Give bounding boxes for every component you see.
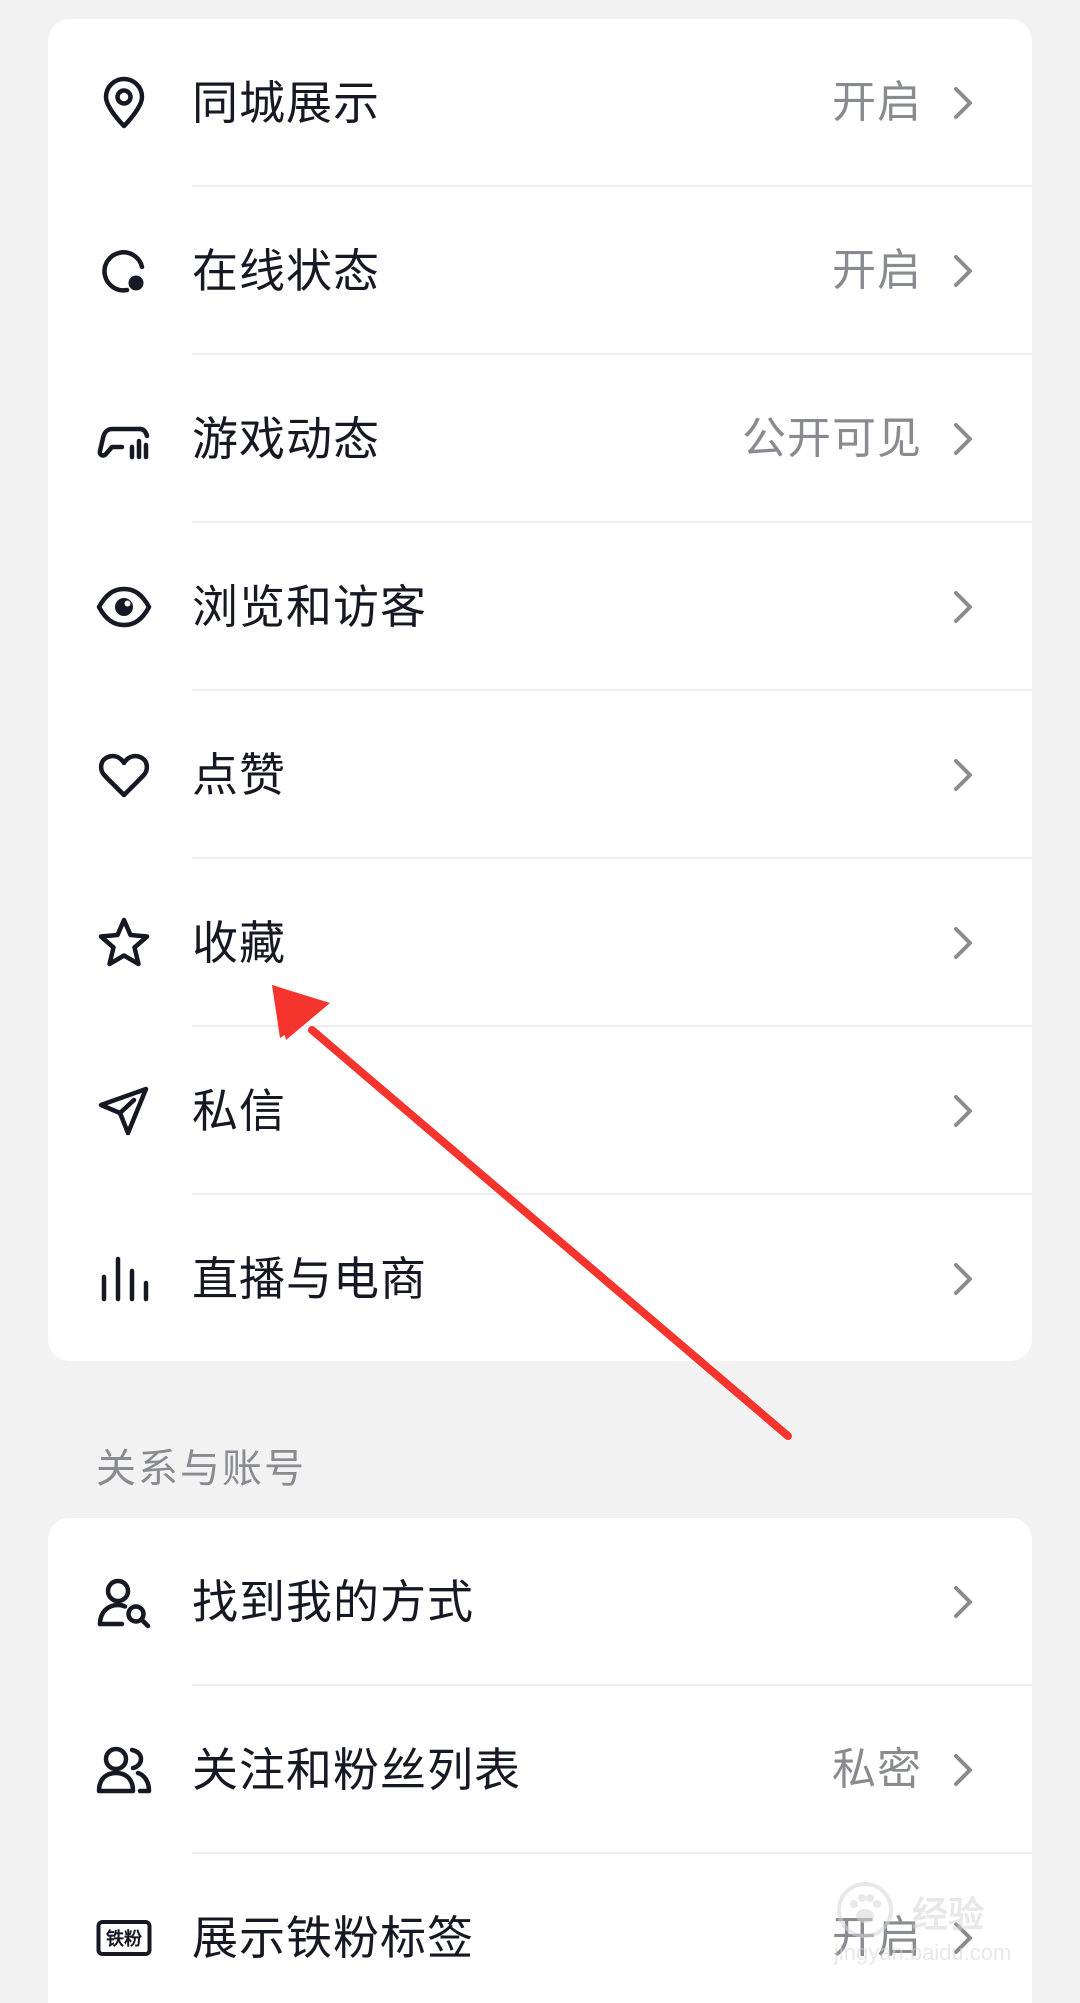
chevron-right-icon xyxy=(944,83,980,123)
section-title-relationships: 关系与账号 xyxy=(96,1446,306,1492)
heart-icon xyxy=(96,747,152,803)
chevron-right-icon xyxy=(944,587,980,627)
row-browse-and-visitors[interactable]: 浏览和访客 xyxy=(48,523,1032,691)
chevron-right-icon xyxy=(944,1091,980,1131)
row-label: 在线状态 xyxy=(192,244,380,298)
chevron-right-icon xyxy=(944,923,980,963)
chevron-right-icon xyxy=(944,419,980,459)
row-label: 游戏动态 xyxy=(192,412,380,466)
row-online-status[interactable]: 在线状态 开启 xyxy=(48,187,1032,355)
chevron-right-icon xyxy=(944,1259,980,1299)
user-search-icon xyxy=(96,1574,152,1630)
fan-badge-icon: 铁粉 xyxy=(96,1910,152,1966)
users-icon xyxy=(96,1742,152,1798)
fan-badge-text: 铁粉 xyxy=(106,1928,142,1950)
row-live-and-ecommerce[interactable]: 直播与电商 xyxy=(48,1195,1032,1361)
row-value: 私密 xyxy=(832,1744,922,1795)
chevron-right-icon xyxy=(944,1582,980,1622)
row-label: 私信 xyxy=(192,1084,286,1138)
row-label: 收藏 xyxy=(192,916,286,970)
paper-plane-icon xyxy=(96,1083,152,1139)
paw-logo-icon xyxy=(837,1882,893,1938)
star-icon xyxy=(96,915,152,971)
row-value: 开启 xyxy=(832,245,922,296)
row-label: 找到我的方式 xyxy=(192,1575,474,1629)
row-same-city-display[interactable]: 同城展示 开启 xyxy=(48,19,1032,187)
row-label: 直播与电商 xyxy=(192,1252,427,1306)
row-ways-to-find-me[interactable]: 找到我的方式 xyxy=(48,1518,1032,1686)
watermark-sub-text: jingyan.baidu.com xyxy=(834,1940,1012,1965)
row-label: 同城展示 xyxy=(192,76,380,130)
location-pin-icon xyxy=(96,75,152,131)
row-direct-messages[interactable]: 私信 xyxy=(48,1027,1032,1195)
chevron-right-icon xyxy=(944,1750,980,1790)
row-following-and-followers[interactable]: 关注和粉丝列表 私密 xyxy=(48,1686,1032,1854)
row-label: 展示铁粉标签 xyxy=(192,1911,474,1965)
game-controller-icon xyxy=(96,411,152,467)
chevron-right-icon xyxy=(944,755,980,795)
row-label: 浏览和访客 xyxy=(192,580,427,634)
row-favorites[interactable]: 收藏 xyxy=(48,859,1032,1027)
watermark-main-text: 经验 xyxy=(912,1895,985,1936)
row-value: 公开可见 xyxy=(742,413,922,464)
row-label: 点赞 xyxy=(192,748,286,802)
watermark: 经验 jingyan.baidu.com xyxy=(820,1880,1030,1980)
row-game-activity[interactable]: 游戏动态 公开可见 xyxy=(48,355,1032,523)
row-likes[interactable]: 点赞 xyxy=(48,691,1032,859)
eye-icon xyxy=(96,579,152,635)
chevron-right-icon xyxy=(944,251,980,291)
row-value: 开启 xyxy=(832,77,922,128)
bar-chart-icon xyxy=(96,1251,152,1307)
online-status-icon xyxy=(96,243,152,299)
row-label: 关注和粉丝列表 xyxy=(192,1743,521,1797)
privacy-settings-card: 同城展示 开启 在线状态 开启 游戏动态 公开可见 浏览和访客 点赞 收藏 私信… xyxy=(48,19,1032,1361)
